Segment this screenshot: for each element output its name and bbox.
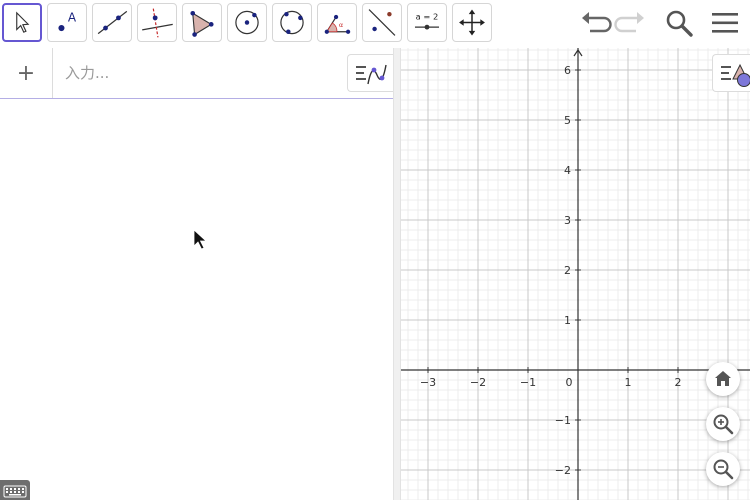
- y-tick-label: 2: [564, 264, 571, 277]
- angle-tool-button[interactable]: α: [317, 3, 357, 42]
- search-button[interactable]: [662, 6, 696, 40]
- y-tick-label: −1: [555, 414, 571, 427]
- main-menu-button[interactable]: [708, 6, 742, 40]
- x-tick-label: 2: [675, 376, 682, 389]
- circle-three-points-tool-button[interactable]: [272, 3, 312, 42]
- algebra-view-menu-button[interactable]: [347, 54, 393, 92]
- slider-tool-label: a = 2: [416, 12, 439, 22]
- algebra-input[interactable]: [54, 48, 344, 98]
- redo-icon: [614, 12, 644, 33]
- undo-button[interactable]: [578, 6, 612, 40]
- x-tick-label: 0: [566, 376, 573, 389]
- perpendicular-line-icon: [142, 8, 173, 38]
- zoom-in-button[interactable]: [706, 407, 740, 441]
- reflect-line-icon: [368, 9, 396, 36]
- line-tool-button[interactable]: [92, 3, 132, 42]
- svg-text:α: α: [339, 21, 343, 29]
- circle-center-icon: [235, 10, 259, 35]
- x-tick-label: −2: [470, 376, 486, 389]
- y-tick-label: 4: [564, 164, 571, 177]
- perpendicular-line-tool-button[interactable]: [137, 3, 177, 42]
- x-tick-label: −3: [420, 376, 436, 389]
- geogebra-app: A α a = 2 + 入力... −3 −2 −1 0 1 2 6 5 4 3…: [0, 0, 750, 500]
- graphics-style-bar-button[interactable]: [712, 54, 750, 92]
- mouse-cursor-icon: [193, 229, 207, 250]
- x-tick-label: 1: [625, 376, 632, 389]
- circle-three-points-icon: [280, 10, 304, 35]
- x-tick-label: −1: [520, 376, 536, 389]
- view-divider[interactable]: [393, 48, 401, 500]
- add-item-button[interactable]: +: [0, 48, 53, 98]
- toolbar: A α a = 2: [0, 0, 750, 48]
- y-tick-label: −2: [555, 464, 571, 477]
- zoom-out-button[interactable]: [706, 452, 740, 486]
- coordinate-grid[interactable]: −3 −2 −1 0 1 2 6 5 4 3 2 1 −1 −2: [401, 48, 750, 500]
- home-button[interactable]: [706, 362, 740, 396]
- slider-icon: a = 2: [414, 12, 440, 30]
- polygon-icon: [190, 10, 214, 37]
- move-arrows-icon: [459, 9, 485, 36]
- style-bar-icon: [721, 63, 750, 87]
- move-tool-button[interactable]: [2, 3, 42, 42]
- angle-icon: α: [324, 14, 351, 34]
- arrow-cursor-icon: [16, 11, 30, 33]
- keyboard-toggle-button[interactable]: [0, 480, 30, 500]
- reflect-about-line-tool-button[interactable]: [362, 3, 402, 42]
- zoom-in-icon: [713, 414, 734, 435]
- algebra-input-row: +: [0, 48, 393, 99]
- home-icon: [715, 371, 731, 386]
- graphics-view[interactable]: −3 −2 −1 0 1 2 6 5 4 3 2 1 −1 −2: [401, 48, 750, 500]
- search-icon: [666, 10, 693, 37]
- y-tick-label: 1: [564, 314, 571, 327]
- zoom-out-icon: [713, 459, 734, 480]
- undo-icon: [582, 12, 612, 33]
- point-icon: A: [58, 11, 77, 32]
- line-icon: [97, 10, 128, 35]
- add-icon: +: [16, 60, 36, 86]
- y-tick-label: 3: [564, 214, 571, 227]
- polygon-tool-button[interactable]: [182, 3, 222, 42]
- algebra-view: +: [0, 48, 393, 500]
- point-tool-button[interactable]: A: [47, 3, 87, 42]
- algebra-description-icon: [356, 64, 387, 85]
- y-tick-label: 5: [564, 114, 571, 127]
- move-graphics-view-tool-button[interactable]: [452, 3, 492, 42]
- menu-icon: [712, 13, 738, 33]
- keyboard-icon: [3, 485, 27, 498]
- redo-button[interactable]: [614, 6, 648, 40]
- slider-tool-button[interactable]: a = 2: [407, 3, 447, 42]
- point-tool-label: A: [68, 11, 77, 25]
- circle-center-point-tool-button[interactable]: [227, 3, 267, 42]
- y-tick-label: 6: [564, 64, 571, 77]
